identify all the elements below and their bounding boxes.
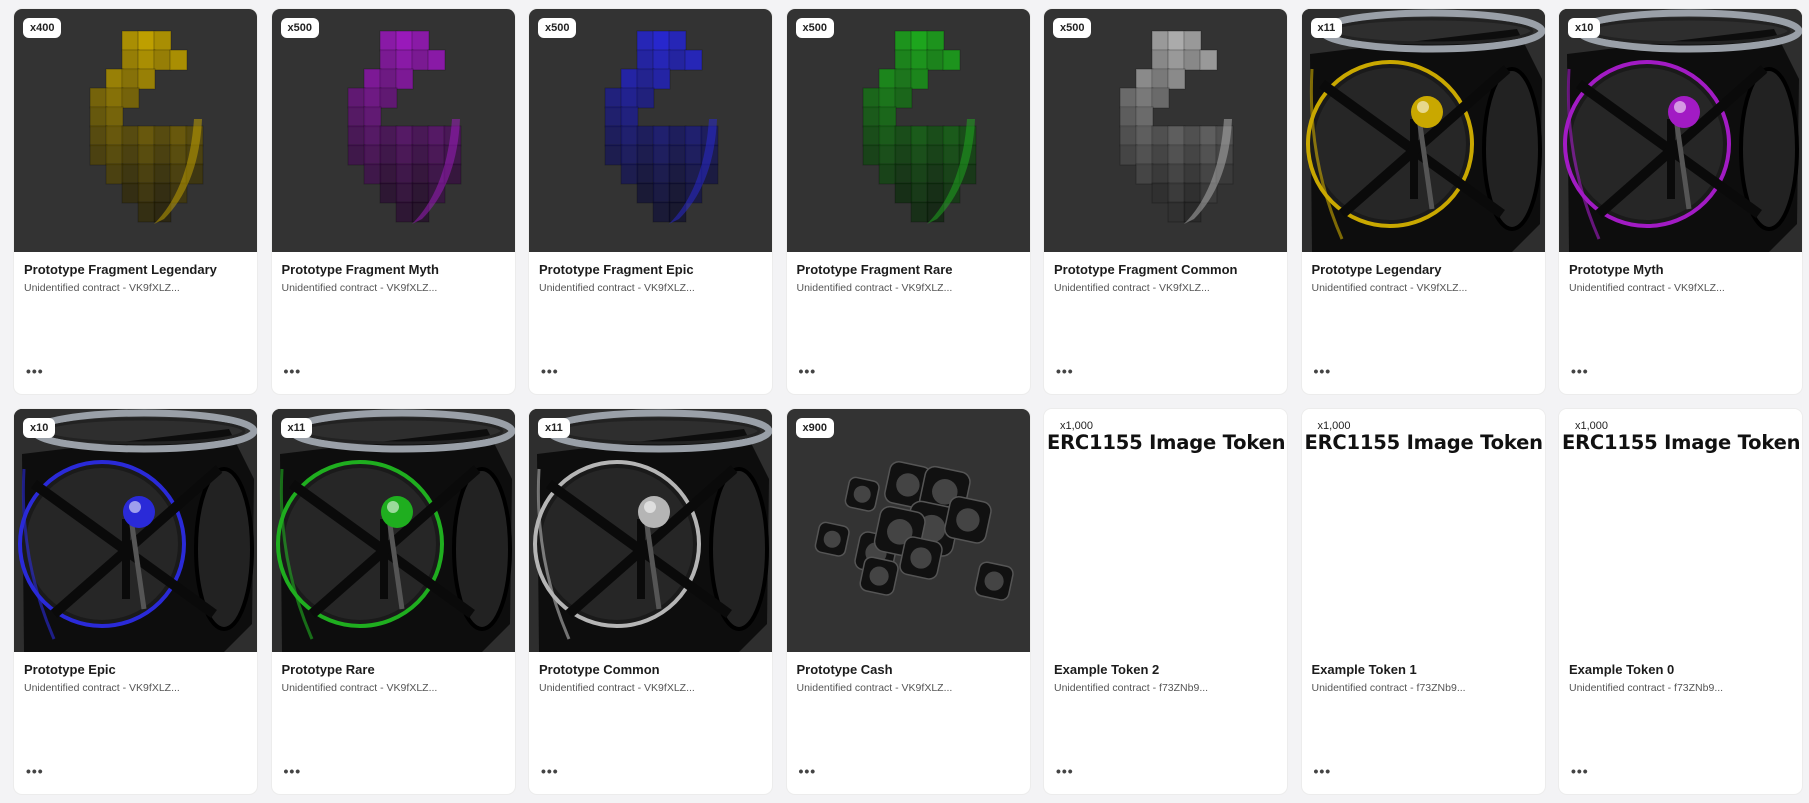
cash-cubes-artwork [814,461,1014,601]
quantity-badge: x500 [1053,18,1092,38]
token-name: Prototype Rare [281,662,375,677]
quantity-badge: x1,000 [1575,420,1609,432]
token-name: Prototype Cash [796,662,893,677]
contract-label: Unidentified contract - VK9fXLZ... [539,682,695,694]
more-options-icon[interactable]: ••• [1056,764,1074,778]
more-options-icon[interactable]: ••• [1314,364,1332,378]
token-image[interactable]: x500 [271,9,515,252]
token-card[interactable]: x11 Prototype Rare Unidentified contract -… [271,409,515,794]
token-image[interactable]: x500 [786,9,1030,252]
contract-label: Unidentified contract - VK9fXLZ... [1311,282,1468,294]
token-name: Example Token 0 [1569,662,1675,677]
token-name: Prototype Myth [1569,262,1664,277]
token-card[interactable]: x10 Prototype Epic Unidentified contract -… [14,409,257,794]
contract-label: Unidentified contract - VK9fXLZ... [24,682,180,694]
token-image[interactable]: x10 [14,409,257,652]
token-card[interactable]: x10 Prototype Myth Unidentified contract -… [1559,9,1802,394]
token-grid: x400 Prototype Fragment Legendary Unidenti… [14,9,1802,794]
token-card[interactable]: x500 Prototype Fragment Myth Unidentified … [271,9,515,394]
token-name: Prototype Fragment Common [1054,262,1238,277]
token-card[interactable]: ERC1155 Image Token 1 x1,000 Example Token… [1301,409,1545,794]
contract-label: Unidentified contract - VK9fXLZ... [24,282,180,294]
image-token-text: ERC1155 Image Token 2 [1047,431,1287,454]
token-image[interactable]: x900 [786,409,1030,652]
cube-legendary-artwork [1301,9,1545,252]
quantity-badge: x900 [795,418,834,438]
token-card[interactable]: ERC1155 Image Token 2 x1,000 Example Token… [1044,409,1287,794]
cube-rare-artwork [271,409,515,652]
quantity-badge: x400 [23,18,62,38]
quantity-badge: x1,000 [1060,420,1094,432]
cube-epic-artwork [14,409,257,652]
token-image[interactable]: ERC1155 Image Token 1 x1,000 [1301,409,1545,652]
token-image[interactable]: x500 [1044,9,1287,252]
contract-label: Unidentified contract - VK9fXLZ... [281,682,438,694]
more-options-icon[interactable]: ••• [26,764,44,778]
contract-label: Unidentified contract - f73ZNb9... [1569,682,1724,694]
token-name: Example Token 1 [1311,662,1417,677]
token-image[interactable]: ERC1155 Image Token 0 x1,000 [1559,409,1802,652]
cube-myth-artwork [1559,9,1802,252]
more-options-icon[interactable]: ••• [1571,364,1589,378]
token-card[interactable]: x500 Prototype Fragment Rare Unidentified … [786,9,1030,394]
token-name: Example Token 2 [1054,662,1160,677]
token-card[interactable]: ERC1155 Image Token 0 x1,000 Example Token… [1559,409,1802,794]
token-image[interactable]: x500 [529,9,772,252]
more-options-icon[interactable]: ••• [284,764,302,778]
cube-common-artwork [529,409,772,652]
contract-label: Unidentified contract - VK9fXLZ... [796,682,953,694]
token-image[interactable]: x400 [14,9,257,252]
more-options-icon[interactable]: ••• [1571,764,1589,778]
fragment-myth-artwork [347,30,461,224]
token-card[interactable]: x400 Prototype Fragment Legendary Unidenti… [14,9,257,394]
contract-label: Unidentified contract - VK9fXLZ... [1054,282,1210,294]
more-options-icon[interactable]: ••• [799,764,817,778]
more-options-icon[interactable]: ••• [541,764,559,778]
contract-label: Unidentified contract - f73ZNb9... [1311,682,1466,694]
quantity-badge: x11 [538,418,570,438]
fragment-rare-artwork [862,30,976,224]
token-name: Prototype Legendary [1311,262,1442,277]
contract-label: Unidentified contract - VK9fXLZ... [539,282,695,294]
token-card[interactable]: x11 Prototype Legendary Unidentified contr… [1301,9,1545,394]
quantity-badge: x500 [538,18,577,38]
contract-label: Unidentified contract - VK9fXLZ... [796,282,953,294]
token-image[interactable]: ERC1155 Image Token 2 x1,000 [1044,409,1287,652]
fragment-common-artwork [1119,30,1234,224]
token-name: Prototype Epic [24,662,116,677]
fragment-epic-artwork [604,30,719,224]
quantity-badge: x500 [280,18,319,38]
token-name: Prototype Fragment Epic [539,262,694,277]
quantity-badge: x10 [1568,18,1601,38]
quantity-badge: x11 [280,418,313,438]
token-name: Prototype Fragment Myth [281,262,439,277]
image-token-text: ERC1155 Image Token 1 [1304,431,1545,454]
more-options-icon[interactable]: ••• [26,364,44,378]
more-options-icon[interactable]: ••• [1056,364,1074,378]
token-card[interactable]: x900 Prototype Cash Unidentified contract … [786,409,1030,794]
quantity-badge: x1,000 [1317,420,1351,432]
more-options-icon[interactable]: ••• [1314,764,1332,778]
contract-label: Unidentified contract - f73ZNb9... [1054,682,1209,694]
contract-label: Unidentified contract - VK9fXLZ... [1569,282,1725,294]
quantity-badge: x10 [23,418,56,438]
contract-label: Unidentified contract - VK9fXLZ... [281,282,438,294]
more-options-icon[interactable]: ••• [541,364,559,378]
token-name: Prototype Fragment Legendary [24,262,217,277]
image-token-text: ERC1155 Image Token 0 [1562,431,1802,454]
token-image[interactable]: x11 [529,409,772,652]
more-options-icon[interactable]: ••• [799,364,817,378]
token-card[interactable]: x11 Prototype Common Unidentified contract… [529,409,772,794]
more-options-icon[interactable]: ••• [284,364,302,378]
token-card[interactable]: x500 Prototype Fragment Epic Unidentified … [529,9,772,394]
fragment-legendary-artwork [89,30,204,224]
quantity-badge: x11 [1310,18,1343,38]
token-image[interactable]: x11 [1301,9,1545,252]
token-name: Prototype Common [539,662,660,677]
token-name: Prototype Fragment Rare [796,262,953,277]
token-image[interactable]: x10 [1559,9,1802,252]
token-image[interactable]: x11 [271,409,515,652]
token-card[interactable]: x500 Prototype Fragment Common Unidentifie… [1044,9,1287,394]
quantity-badge: x500 [795,18,834,38]
